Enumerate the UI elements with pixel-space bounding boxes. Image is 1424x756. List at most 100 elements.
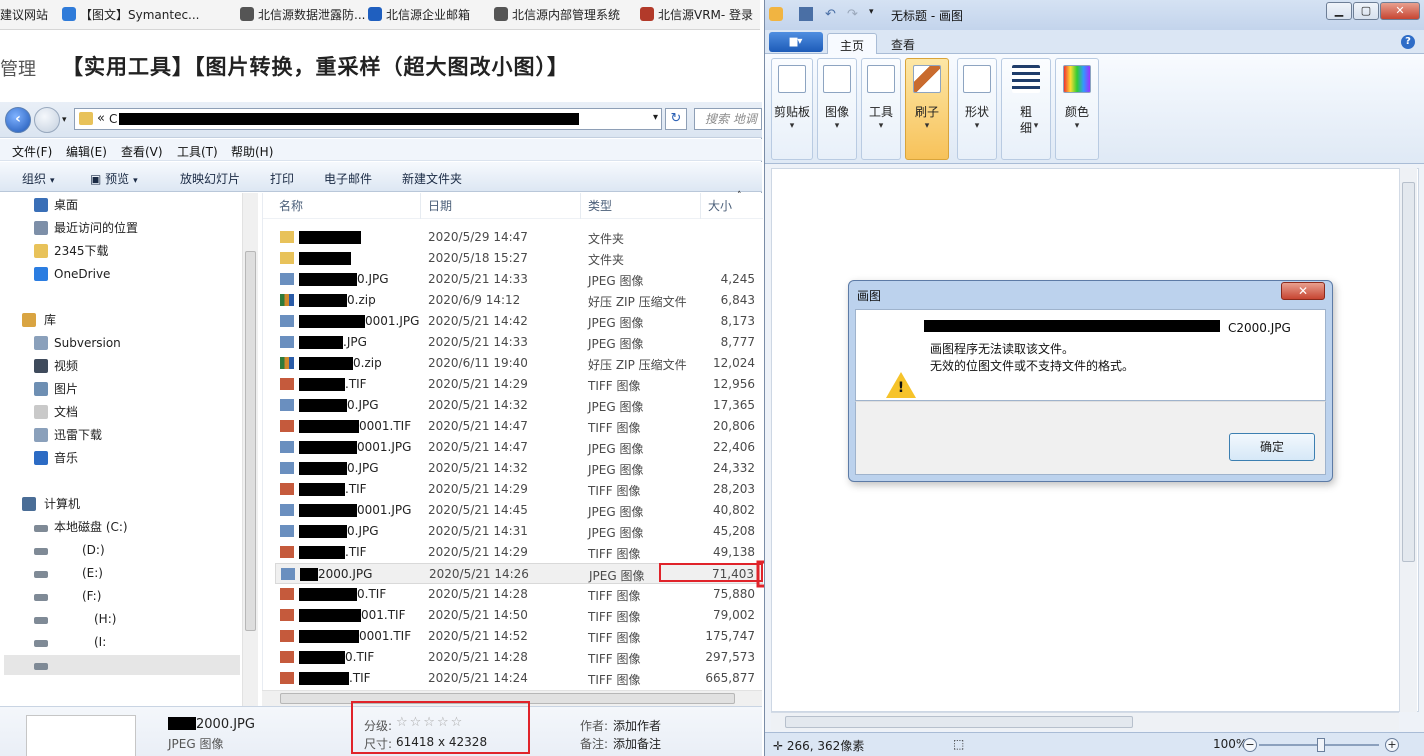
- nav-item[interactable]: (F:): [0, 586, 240, 606]
- nav-scrollbar[interactable]: [242, 193, 258, 713]
- canvas-vscrollbar[interactable]: [1399, 168, 1417, 712]
- table-row[interactable]: .TIF 2020/5/21 14:24 TIFF 图像 665,877: [275, 668, 763, 689]
- scroll-thumb[interactable]: [785, 716, 1133, 728]
- nav-item[interactable]: 音乐: [0, 448, 240, 468]
- bookmark-link[interactable]: 【图文】Symantec...: [62, 7, 200, 23]
- table-row[interactable]: 0001.JPG 2020/5/21 14:47 JPEG 图像 22,406: [275, 437, 763, 458]
- ribbon-group-tools[interactable]: 工具 ▾: [861, 58, 901, 160]
- nav-item[interactable]: 桌面: [0, 195, 240, 215]
- nav-item[interactable]: (D:): [0, 540, 240, 560]
- help-icon[interactable]: ?: [1401, 35, 1415, 49]
- back-button[interactable]: ‹: [5, 107, 31, 133]
- paint-menu-button[interactable]: ▆▾: [769, 32, 823, 52]
- table-row[interactable]: 0001.JPG 2020/5/21 14:45 JPEG 图像 40,802: [275, 500, 763, 521]
- zoom-in-button[interactable]: +: [1385, 738, 1399, 752]
- file-name: .TIF: [349, 671, 371, 685]
- bookmark-link[interactable]: 北信源内部管理系统: [494, 7, 620, 23]
- ok-button[interactable]: 确定: [1229, 433, 1315, 461]
- menu-item[interactable]: 帮助(H): [231, 143, 273, 160]
- nav-item[interactable]: 迅雷下载: [0, 425, 240, 445]
- ribbon-group-colors[interactable]: 颜色 ▾: [1055, 58, 1099, 160]
- scroll-thumb[interactable]: [1402, 182, 1415, 562]
- forward-button[interactable]: [34, 107, 60, 133]
- zoom-slider-thumb[interactable]: [1317, 738, 1325, 752]
- bookmark-link[interactable]: 北信源数据泄露防...: [240, 7, 365, 23]
- table-row[interactable]: .TIF 2020/5/21 14:29 TIFF 图像 12,956: [275, 374, 763, 395]
- menu-item[interactable]: 查看(V): [121, 143, 163, 160]
- table-row[interactable]: 0.JPG 2020/5/21 14:32 JPEG 图像 24,332: [275, 458, 763, 479]
- table-row[interactable]: 0001.TIF 2020/5/21 14:47 TIFF 图像 20,806: [275, 416, 763, 437]
- notes-value[interactable]: 添加备注: [613, 735, 661, 752]
- command-button[interactable]: 组织 ▾: [22, 170, 55, 187]
- ribbon-group-image-select[interactable]: 图像 ▾: [817, 58, 857, 160]
- author-value[interactable]: 添加作者: [613, 717, 661, 734]
- browser-bookmarks-bar: 建议网站 【图文】Symantec... 北信源数据泄露防... 北信源企业邮箱 北信源…: [0, 0, 760, 30]
- file-type: JPEG 图像: [588, 316, 644, 330]
- maximize-button[interactable]: ▢: [1353, 2, 1379, 20]
- save-icon[interactable]: [799, 7, 813, 21]
- table-row[interactable]: .JPG 2020/5/21 14:33 JPEG 图像 8,777: [275, 332, 763, 353]
- table-row[interactable]: .TIF 2020/5/21 14:29 TIFF 图像 49,138: [275, 542, 763, 563]
- nav-item[interactable]: 文档: [0, 402, 240, 422]
- table-row[interactable]: 2020/5/29 14:47 文件夹: [275, 227, 763, 248]
- nav-item[interactable]: 本地磁盘 (C:): [0, 517, 240, 537]
- command-button[interactable]: 电子邮件: [324, 170, 372, 187]
- undo-icon[interactable]: ↶: [825, 7, 839, 22]
- nav-item[interactable]: 计算机: [0, 494, 240, 514]
- menu-item[interactable]: 文件(F): [12, 143, 52, 160]
- nav-item[interactable]: (H:): [0, 609, 240, 629]
- table-row[interactable]: 0001.JPG 2020/5/21 14:42 JPEG 图像 8,173: [275, 311, 763, 332]
- nav-item[interactable]: OneDrive: [0, 264, 240, 284]
- nav-item[interactable]: 视频: [0, 356, 240, 376]
- minimize-button[interactable]: ▁: [1326, 2, 1352, 20]
- nav-item[interactable]: Subversion: [0, 333, 240, 353]
- address-input[interactable]: « C ▾: [74, 108, 662, 130]
- command-button[interactable]: ▣ 预览 ▾: [90, 170, 138, 187]
- search-input[interactable]: 搜索 地调: [694, 108, 762, 130]
- table-row[interactable]: 0.zip 2020/6/11 19:40 好压 ZIP 压缩文件 12,024: [275, 353, 763, 374]
- command-button[interactable]: 放映幻灯片: [180, 170, 240, 187]
- command-button[interactable]: 新建文件夹: [402, 170, 462, 187]
- nav-item[interactable]: 库: [0, 310, 240, 330]
- scroll-thumb[interactable]: [245, 251, 256, 631]
- tab-view[interactable]: 查看: [879, 33, 927, 55]
- table-row[interactable]: 0.zip 2020/6/9 14:12 好压 ZIP 压缩文件 6,843: [275, 290, 763, 311]
- menu-item[interactable]: 编辑(E): [66, 143, 107, 160]
- ribbon-group-size[interactable]: 粗细 ▾: [1001, 58, 1051, 160]
- bookmark-link[interactable]: 北信源VRM- 登录: [640, 7, 753, 23]
- table-row[interactable]: .TIF 2020/5/21 14:29 TIFF 图像 28,203: [275, 479, 763, 500]
- command-button[interactable]: 打印: [270, 170, 294, 187]
- nav-item[interactable]: [4, 655, 240, 675]
- menu-item[interactable]: 工具(T): [177, 143, 218, 160]
- bookmark-link[interactable]: 建议网站: [0, 7, 48, 23]
- table-row[interactable]: 0.JPG 2020/5/21 14:32 JPEG 图像 17,365: [275, 395, 763, 416]
- history-dropdown-icon[interactable]: ▾: [62, 115, 67, 125]
- refresh-button[interactable]: ↻: [665, 108, 687, 130]
- canvas-hscrollbar[interactable]: [771, 712, 1399, 730]
- close-button[interactable]: ✕: [1380, 2, 1420, 20]
- manage-link[interactable]: 管理: [0, 55, 36, 81]
- nav-item[interactable]: 最近访问的位置: [0, 218, 240, 238]
- zoom-out-button[interactable]: −: [1243, 738, 1257, 752]
- ribbon-group-clipboard[interactable]: 剪贴板 ▾: [771, 58, 813, 160]
- tab-home[interactable]: 主页: [827, 33, 878, 55]
- quick-access-dropdown-icon[interactable]: ▾: [869, 7, 883, 21]
- table-row[interactable]: 0.TIF 2020/5/21 14:28 TIFF 图像 297,573: [275, 647, 763, 668]
- dialog-close-button[interactable]: ✕: [1281, 282, 1325, 300]
- table-row[interactable]: 0.JPG 2020/5/21 14:33 JPEG 图像 4,245: [275, 269, 763, 290]
- bookmark-link[interactable]: 北信源企业邮箱: [368, 7, 470, 23]
- table-row[interactable]: 2020/5/18 15:27 文件夹: [275, 248, 763, 269]
- redo-icon[interactable]: ↷: [847, 7, 861, 22]
- table-row[interactable]: 0.TIF 2020/5/21 14:28 TIFF 图像 75,880: [275, 584, 763, 605]
- nav-item[interactable]: 图片: [0, 379, 240, 399]
- table-row[interactable]: 0001.TIF 2020/5/21 14:52 TIFF 图像 175,747: [275, 626, 763, 647]
- ribbon-group-brush[interactable]: 刷子 ▾: [905, 58, 949, 160]
- table-row[interactable]: 001.TIF 2020/5/21 14:50 TIFF 图像 79,002: [275, 605, 763, 626]
- ribbon-group-shapes[interactable]: 形状 ▾: [957, 58, 997, 160]
- chevron-down-icon[interactable]: ▾: [653, 112, 658, 123]
- table-row[interactable]: 0.JPG 2020/5/21 14:31 JPEG 图像 45,208: [275, 521, 763, 542]
- nav-item[interactable]: (I:: [0, 632, 240, 652]
- paint-app-icon[interactable]: [769, 7, 783, 21]
- nav-item[interactable]: (E:): [0, 563, 240, 583]
- nav-item[interactable]: 2345下载: [0, 241, 240, 261]
